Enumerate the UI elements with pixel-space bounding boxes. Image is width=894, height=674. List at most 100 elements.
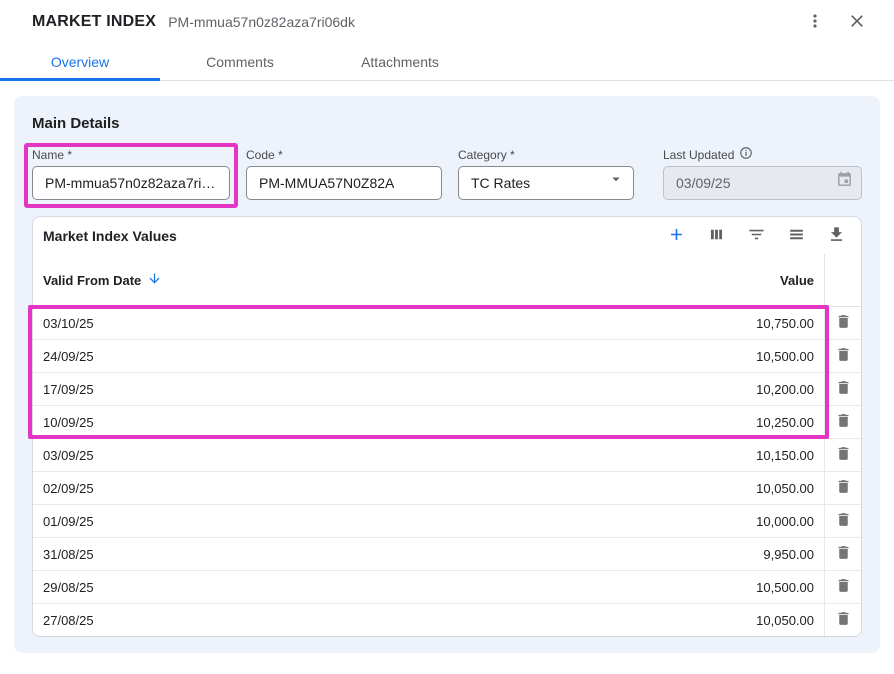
download-button[interactable] bbox=[825, 225, 847, 247]
category-value: TC Rates bbox=[471, 167, 530, 199]
page-title: MARKET INDEX bbox=[32, 13, 156, 31]
table-row: 29/08/25 10,500.00 bbox=[33, 571, 861, 604]
close-icon bbox=[847, 11, 867, 34]
delete-row-button[interactable] bbox=[833, 476, 854, 500]
filter-icon bbox=[747, 225, 766, 247]
filter-button[interactable] bbox=[745, 225, 767, 247]
date-cell[interactable]: 10/09/25 bbox=[33, 415, 654, 430]
delete-row-button[interactable] bbox=[833, 608, 854, 632]
delete-row-button[interactable] bbox=[833, 377, 854, 401]
tab-attachments[interactable]: Attachments bbox=[320, 44, 480, 80]
table-row: 31/08/25 9,950.00 bbox=[33, 538, 861, 571]
columns-icon bbox=[707, 225, 726, 247]
value-cell[interactable]: 9,950.00 bbox=[654, 547, 824, 562]
column-header-value[interactable]: Value bbox=[654, 273, 824, 288]
last-updated-label-text: Last Updated bbox=[663, 148, 734, 162]
date-cell[interactable]: 31/08/25 bbox=[33, 547, 654, 562]
date-cell[interactable]: 03/09/25 bbox=[33, 448, 654, 463]
delete-row-button[interactable] bbox=[833, 575, 854, 599]
value-cell[interactable]: 10,150.00 bbox=[654, 448, 824, 463]
add-icon bbox=[667, 225, 686, 247]
trash-icon bbox=[835, 412, 852, 432]
value-cell[interactable]: 10,000.00 bbox=[654, 514, 824, 529]
value-cell[interactable]: 10,500.00 bbox=[654, 580, 824, 595]
tab-comments-label: Comments bbox=[206, 54, 274, 70]
table-title: Market Index Values bbox=[43, 228, 177, 244]
overview-panel: Main Details Name * PM-mmua57n0z82aza7ri… bbox=[14, 96, 880, 653]
last-updated-value: 03/09/25 bbox=[676, 167, 731, 199]
column-header-valid-from-date[interactable]: Valid From Date bbox=[33, 271, 654, 289]
code-field-group: Code * PM-MMUA57N0Z82A bbox=[246, 147, 442, 200]
value-cell[interactable]: 10,050.00 bbox=[654, 481, 824, 496]
table-header-bar: Market Index Values bbox=[33, 217, 861, 254]
tab-bar: Overview Comments Attachments bbox=[0, 44, 894, 81]
chevron-down-icon bbox=[607, 167, 625, 199]
density-button[interactable] bbox=[785, 225, 807, 247]
date-cell[interactable]: 29/08/25 bbox=[33, 580, 654, 595]
date-cell[interactable]: 03/10/25 bbox=[33, 316, 654, 331]
column-header-actions bbox=[824, 254, 861, 306]
table-row: 24/09/25 10,500.00 bbox=[33, 340, 861, 373]
trash-icon bbox=[835, 346, 852, 366]
tab-attachments-label: Attachments bbox=[361, 54, 439, 70]
trash-icon bbox=[835, 577, 852, 597]
trash-icon bbox=[835, 445, 852, 465]
trash-icon bbox=[835, 610, 852, 630]
trash-icon bbox=[835, 379, 852, 399]
category-select[interactable]: TC Rates bbox=[458, 166, 634, 200]
info-icon[interactable] bbox=[739, 146, 753, 163]
date-cell[interactable]: 02/09/25 bbox=[33, 481, 654, 496]
trash-icon bbox=[835, 313, 852, 333]
code-input[interactable]: PM-MMUA57N0Z82A bbox=[246, 166, 442, 200]
table-row: 27/08/25 10,050.00 bbox=[33, 604, 861, 636]
delete-row-button[interactable] bbox=[833, 410, 854, 434]
delete-row-button[interactable] bbox=[833, 443, 854, 467]
tab-comments[interactable]: Comments bbox=[160, 44, 320, 80]
sort-desc-icon bbox=[147, 271, 162, 289]
calendar-icon bbox=[836, 167, 853, 199]
value-cell[interactable]: 10,250.00 bbox=[654, 415, 824, 430]
table-row: 10/09/25 10,250.00 bbox=[33, 406, 861, 439]
download-icon bbox=[827, 225, 846, 247]
value-cell[interactable]: 10,200.00 bbox=[654, 382, 824, 397]
trash-icon bbox=[835, 544, 852, 564]
date-cell[interactable]: 24/09/25 bbox=[33, 349, 654, 364]
tab-overview[interactable]: Overview bbox=[0, 44, 160, 80]
date-cell[interactable]: 01/09/25 bbox=[33, 514, 654, 529]
table-column-headers: Valid From Date Value bbox=[33, 254, 861, 307]
table-row: 03/10/25 10,750.00 bbox=[33, 307, 861, 340]
date-cell[interactable]: 17/09/25 bbox=[33, 382, 654, 397]
table-row: 01/09/25 10,000.00 bbox=[33, 505, 861, 538]
last-updated-input: 03/09/25 bbox=[663, 166, 862, 200]
dialog-header: MARKET INDEX PM-mmua57n0z82aza7ri06dk bbox=[0, 0, 894, 44]
value-cell[interactable]: 10,500.00 bbox=[654, 349, 824, 364]
density-icon bbox=[787, 225, 806, 247]
main-details-form: Name * PM-mmua57n0z82aza7ri06dk Code * P… bbox=[32, 147, 862, 200]
name-label: Name * bbox=[32, 147, 230, 162]
last-updated-label: Last Updated bbox=[663, 147, 862, 162]
valid-from-date-header-label: Valid From Date bbox=[43, 273, 141, 288]
record-id: PM-mmua57n0z82aza7ri06dk bbox=[168, 14, 355, 30]
category-field-group: Category * TC Rates bbox=[458, 147, 634, 200]
last-updated-field-group: Last Updated 03/09/25 bbox=[663, 147, 862, 200]
name-input[interactable]: PM-mmua57n0z82aza7ri06dk bbox=[32, 166, 230, 200]
active-tab-indicator bbox=[0, 78, 160, 81]
category-label: Category * bbox=[458, 147, 634, 162]
delete-row-button[interactable] bbox=[833, 311, 854, 335]
close-button[interactable] bbox=[844, 9, 870, 35]
trash-icon bbox=[835, 478, 852, 498]
value-cell[interactable]: 10,050.00 bbox=[654, 613, 824, 628]
table-row: 02/09/25 10,050.00 bbox=[33, 472, 861, 505]
value-cell[interactable]: 10,750.00 bbox=[654, 316, 824, 331]
table-rows: 03/10/25 10,750.00 24/09/25 10,500.00 17… bbox=[33, 307, 861, 636]
delete-row-button[interactable] bbox=[833, 542, 854, 566]
tab-overview-label: Overview bbox=[51, 54, 109, 70]
columns-button[interactable] bbox=[705, 225, 727, 247]
add-row-button[interactable] bbox=[665, 225, 687, 247]
date-cell[interactable]: 27/08/25 bbox=[33, 613, 654, 628]
market-index-values-card: Market Index Values bbox=[32, 216, 862, 637]
delete-row-button[interactable] bbox=[833, 344, 854, 368]
more-options-button[interactable] bbox=[802, 9, 828, 35]
delete-row-button[interactable] bbox=[833, 509, 854, 533]
kebab-menu-icon bbox=[805, 11, 825, 34]
